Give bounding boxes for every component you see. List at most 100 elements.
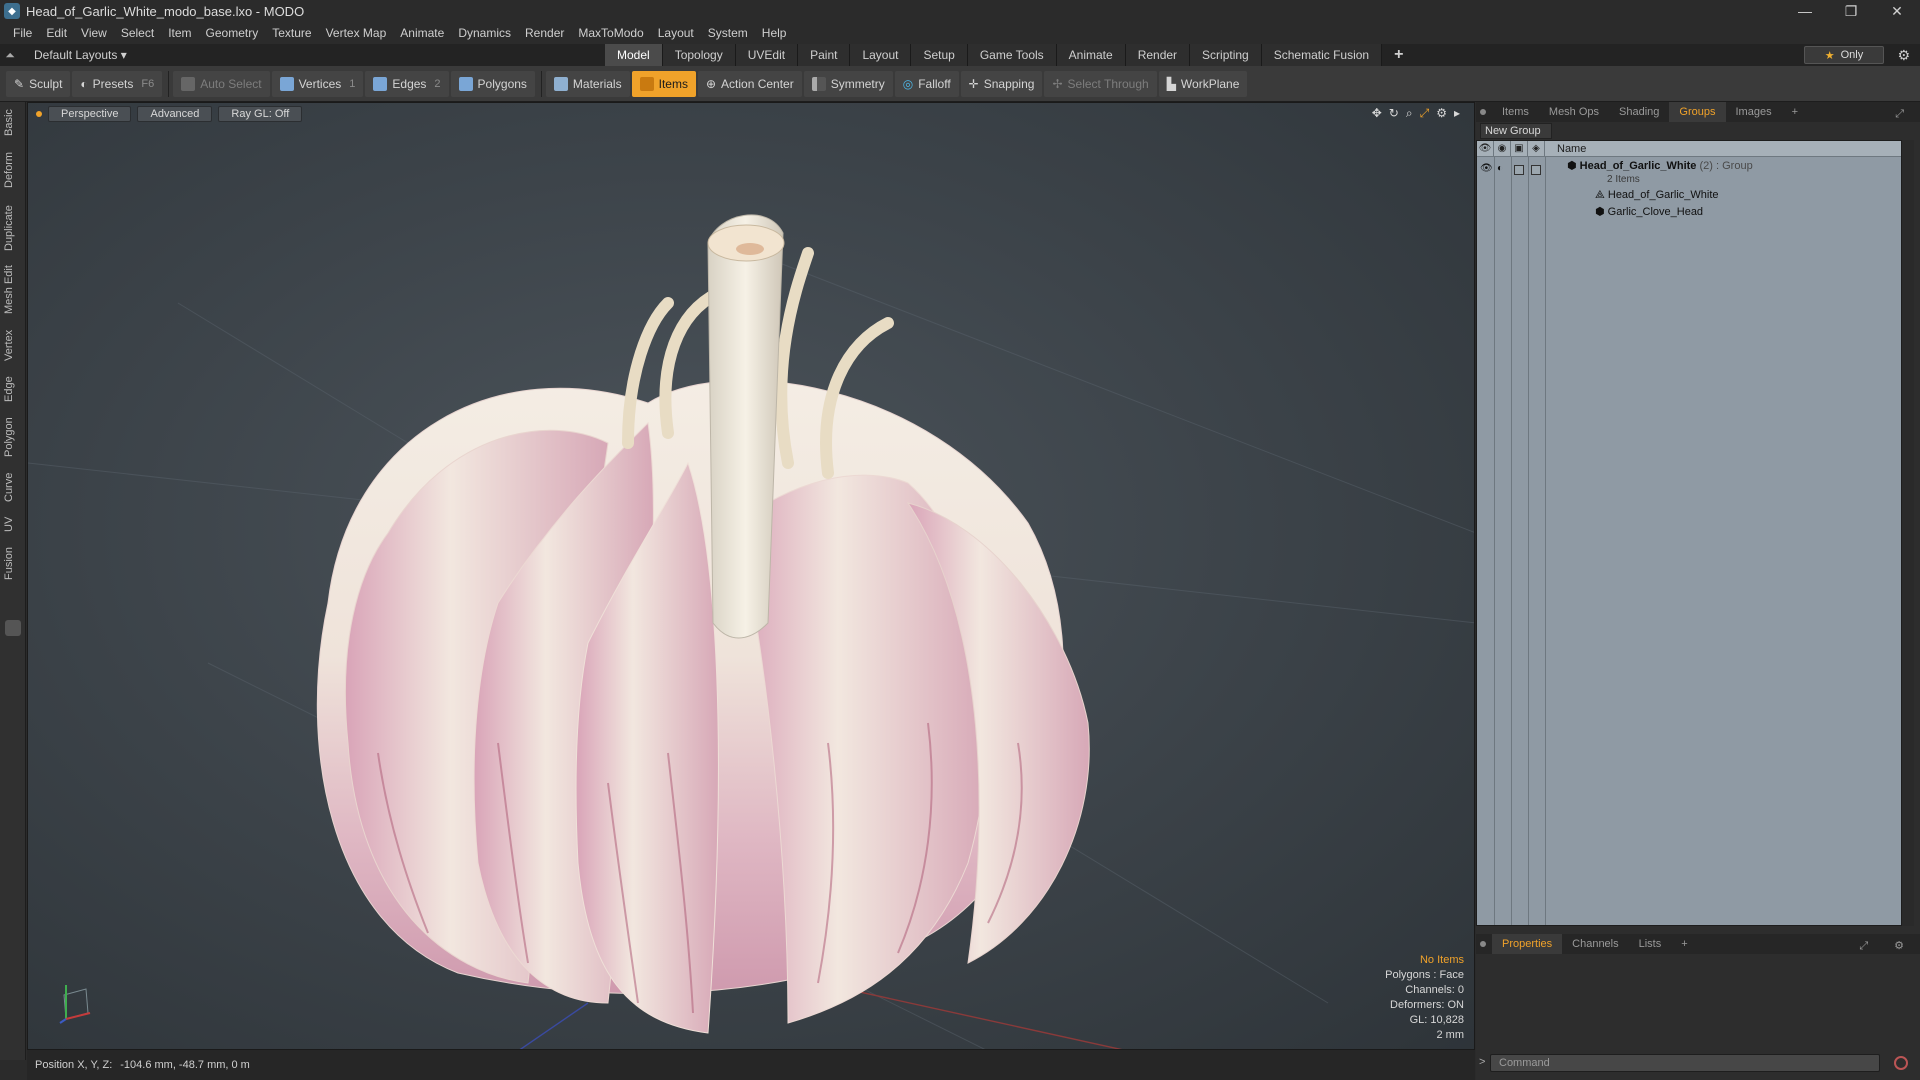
restore-button[interactable]: ❐ xyxy=(1828,0,1874,22)
expand-arrow-icon[interactable]: ▸ xyxy=(1454,106,1460,121)
tab-scripting[interactable]: Scripting xyxy=(1190,44,1262,66)
menu-maxtomodo[interactable]: MaxToModo xyxy=(571,26,650,40)
tab-channels[interactable]: Channels xyxy=(1562,934,1628,954)
viewport-settings-icon[interactable]: ⚙ xyxy=(1436,106,1447,121)
bottom-panel-menu-icon[interactable] xyxy=(1480,941,1486,947)
action-center-button[interactable]: ⊕ Action Center xyxy=(697,70,802,97)
collapse-icon[interactable]: ⏶ xyxy=(0,48,20,63)
maximize-panel-icon[interactable]: ⤢ xyxy=(1885,104,1914,124)
lock-checkbox[interactable] xyxy=(1514,165,1524,175)
menu-file[interactable]: File xyxy=(6,26,39,40)
menu-vertex-map[interactable]: Vertex Map xyxy=(319,26,394,40)
tab-model[interactable]: Model xyxy=(605,44,663,66)
minimize-button[interactable]: — xyxy=(1782,0,1828,22)
menu-system[interactable]: System xyxy=(701,26,755,40)
add-panel-tab-button[interactable]: + xyxy=(1782,102,1808,122)
presets-button[interactable]: ◐ Presets F6 xyxy=(72,70,163,97)
tab-groups[interactable]: Groups xyxy=(1669,102,1726,122)
snapping-button[interactable]: ✛ Snapping xyxy=(960,70,1043,97)
groups-scrollbar[interactable] xyxy=(1902,140,1914,926)
tab-mesh-ops[interactable]: Mesh Ops xyxy=(1539,102,1609,122)
tab-animate[interactable]: Animate xyxy=(1056,44,1126,66)
tab-lists[interactable]: Lists xyxy=(1629,934,1672,954)
tab-game-tools[interactable]: Game Tools xyxy=(967,44,1057,66)
side-tab-uv[interactable]: UV xyxy=(3,512,23,536)
visibility-column-icon[interactable]: 👁 xyxy=(1477,140,1494,157)
select-through-button[interactable]: ✢ Select Through xyxy=(1044,70,1157,97)
menu-help[interactable]: Help xyxy=(755,26,794,40)
tab-properties[interactable]: Properties xyxy=(1492,934,1563,954)
side-tab-polygon[interactable]: Polygon xyxy=(3,412,23,462)
tab-paint[interactable]: Paint xyxy=(798,44,851,66)
auto-select-button[interactable]: Auto Select xyxy=(173,70,270,97)
group-child-row[interactable]: ⬢ Garlic_Clove_Head xyxy=(1477,203,1901,219)
menu-animate[interactable]: Animate xyxy=(393,26,451,40)
rotate-icon[interactable]: ↻ xyxy=(1389,106,1399,121)
eye-icon[interactable]: 👁 xyxy=(1480,163,1493,174)
side-tab-edge[interactable]: Edge xyxy=(3,372,23,406)
side-tab-basic[interactable]: Basic xyxy=(3,108,23,138)
sculpt-button[interactable]: ✎ Sculpt xyxy=(6,70,71,97)
materials-button[interactable]: Materials xyxy=(545,70,630,97)
tab-topology[interactable]: Topology xyxy=(662,44,736,66)
command-input[interactable]: Command xyxy=(1490,1054,1880,1072)
tab-items[interactable]: Items xyxy=(1492,102,1539,122)
group-row[interactable]: 👁 ◐ ⬢ Head_of_Garlic_White (2) : Group 2… xyxy=(1477,157,1901,187)
render-column-icon[interactable]: ◉ xyxy=(1494,140,1511,157)
menu-view[interactable]: View xyxy=(74,26,114,40)
side-tab-vertex[interactable]: Vertex xyxy=(3,324,23,366)
zoom-icon[interactable]: ⌕ xyxy=(1406,106,1413,121)
close-button[interactable]: ✕ xyxy=(1874,0,1920,22)
maximize-bottom-panel-icon[interactable]: ⤢ xyxy=(1849,936,1878,956)
menu-select[interactable]: Select xyxy=(114,26,161,40)
add-bottom-tab-button[interactable]: + xyxy=(1671,934,1697,954)
groups-list[interactable]: 👁 ◉ ▣ ◈ Name 👁 ◐ ⬢ Head_of_Garlic_White … xyxy=(1476,140,1902,926)
new-group-button[interactable]: New Group xyxy=(1480,123,1552,139)
select-column-icon[interactable]: ◈ xyxy=(1528,140,1545,157)
workplane-button[interactable]: ▙ WorkPlane xyxy=(1158,70,1248,97)
falloff-button[interactable]: ◎ Falloff xyxy=(894,70,959,97)
tab-schematic-fusion[interactable]: Schematic Fusion xyxy=(1261,44,1383,66)
side-tab-deform[interactable]: Deform xyxy=(3,148,23,192)
side-tab-fusion[interactable]: Fusion xyxy=(3,542,23,584)
menu-dynamics[interactable]: Dynamics xyxy=(451,26,518,40)
fit-icon[interactable]: ⤢ xyxy=(1420,106,1430,121)
side-tab-curve[interactable]: Curve xyxy=(3,468,23,506)
tab-images[interactable]: Images xyxy=(1726,102,1782,122)
menu-render[interactable]: Render xyxy=(518,26,571,40)
gear-icon[interactable]: ⚙ xyxy=(1897,47,1910,64)
menu-geometry[interactable]: Geometry xyxy=(199,26,266,40)
raygl-button[interactable]: Ray GL: Off xyxy=(218,106,303,122)
add-tab-button[interactable]: + xyxy=(1382,44,1415,66)
tab-shading[interactable]: Shading xyxy=(1609,102,1669,122)
menu-edit[interactable]: Edit xyxy=(39,26,74,40)
bottom-panel-settings-icon[interactable]: ⚙ xyxy=(1884,936,1914,956)
render-toggle-icon[interactable]: ◐ xyxy=(1497,163,1503,174)
vertices-button[interactable]: Vertices 1 xyxy=(271,70,364,97)
lock-column-icon[interactable]: ▣ xyxy=(1511,140,1528,157)
only-button[interactable]: ★ Only xyxy=(1804,46,1884,64)
view-mode-button[interactable]: Perspective xyxy=(48,106,132,122)
viewport-menu-icon[interactable] xyxy=(36,111,42,117)
name-column-header[interactable]: Name xyxy=(1545,143,1586,155)
polygons-button[interactable]: Polygons xyxy=(450,70,535,97)
group-child-row[interactable]: ⟁ Head_of_Garlic_White xyxy=(1477,187,1901,203)
menu-item[interactable]: Item xyxy=(161,26,198,40)
layout-dropdown[interactable]: Default Layouts ▾ xyxy=(34,48,127,62)
tab-layout[interactable]: Layout xyxy=(850,44,912,66)
shading-mode-button[interactable]: Advanced xyxy=(137,106,213,122)
tab-setup[interactable]: Setup xyxy=(911,44,968,66)
tab-render[interactable]: Render xyxy=(1125,44,1191,66)
tab-uvedit[interactable]: UVEdit xyxy=(735,44,799,66)
panel-menu-icon[interactable] xyxy=(1480,109,1486,115)
command-history-icon[interactable] xyxy=(1894,1056,1908,1070)
palette-toggle-icon[interactable] xyxy=(5,620,21,636)
side-tab-duplicate[interactable]: Duplicate xyxy=(3,200,23,256)
side-tab-mesh-edit[interactable]: Mesh Edit xyxy=(3,262,23,318)
edges-button[interactable]: Edges 2 xyxy=(365,70,449,97)
pan-icon[interactable]: ✥ xyxy=(1372,106,1382,121)
menu-layout[interactable]: Layout xyxy=(651,26,701,40)
3d-viewport[interactable]: Perspective Advanced Ray GL: Off ✥ ↻ ⌕ ⤢… xyxy=(27,102,1475,1050)
symmetry-button[interactable]: Symmetry xyxy=(803,70,893,97)
items-button[interactable]: Items xyxy=(631,70,696,97)
